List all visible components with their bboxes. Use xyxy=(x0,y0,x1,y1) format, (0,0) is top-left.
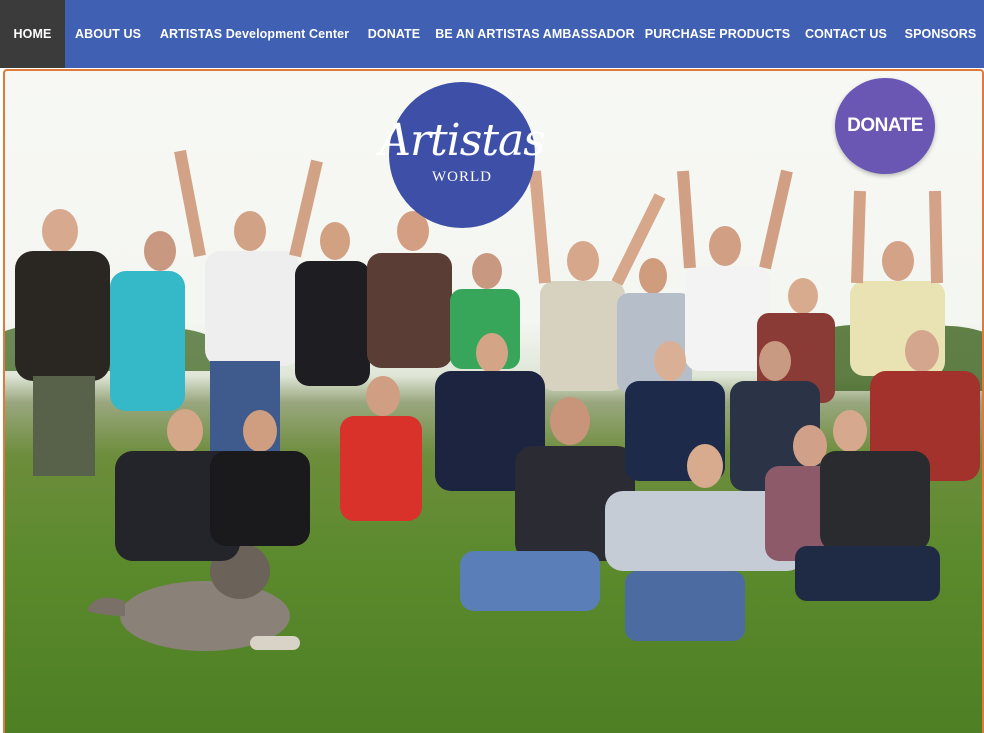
nav-donate[interactable]: DONATE xyxy=(358,0,430,68)
nav-contact-us[interactable]: CONTACT US xyxy=(795,0,897,68)
logo-main-text: Artistas xyxy=(379,114,546,166)
nav-purchase-products[interactable]: PURCHASE PRODUCTS xyxy=(640,0,795,68)
logo-sub-text: WORLD xyxy=(432,168,492,185)
nav-ambassador[interactable]: BE AN ARTISTAS AMBASSADOR xyxy=(430,0,640,68)
nav-home[interactable]: HOME xyxy=(0,0,65,68)
crowd-figures xyxy=(15,149,980,641)
donate-badge-button[interactable]: DONATE xyxy=(835,78,935,174)
artistas-world-logo[interactable]: Artistas WORLD xyxy=(379,82,546,228)
nav-about-us[interactable]: ABOUT US xyxy=(65,0,151,68)
hero-banner: Artistas WORLD DONATE xyxy=(3,69,984,733)
main-nav: HOME ABOUT US ARTISTAS Development Cente… xyxy=(0,0,984,68)
nav-development-center[interactable]: ARTISTAS Development Center xyxy=(151,0,358,68)
nav-sponsors[interactable]: SPONSORS xyxy=(897,0,984,68)
